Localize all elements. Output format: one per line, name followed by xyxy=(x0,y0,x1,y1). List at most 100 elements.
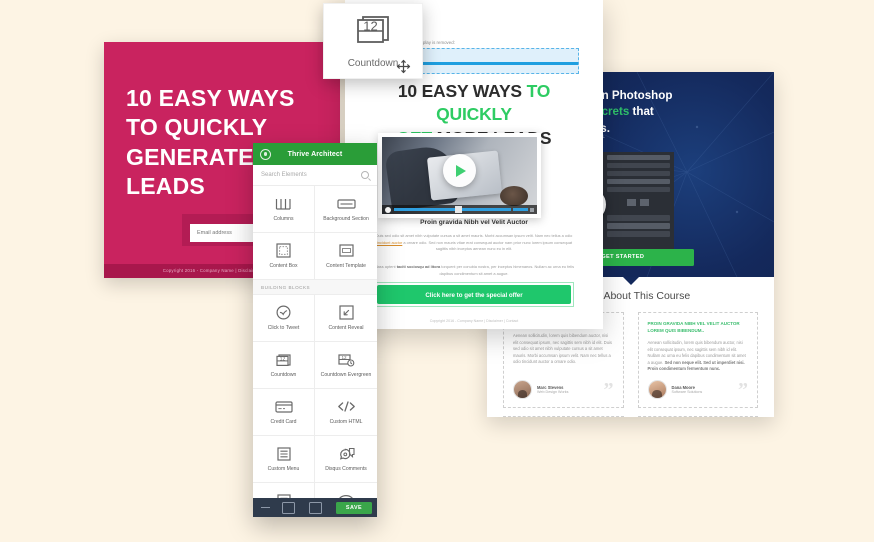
more-options-icon[interactable] xyxy=(261,506,270,509)
columns-icon xyxy=(275,195,292,212)
testimonial-author: Dana Moore Software Solutions xyxy=(672,385,703,394)
testimonials-row-2 xyxy=(503,416,758,417)
gear-icon[interactable] xyxy=(260,148,271,160)
countdown-evergreen-icon: 12 xyxy=(337,351,355,368)
video-progress-bar[interactable] xyxy=(382,205,537,214)
element-content-box[interactable]: Content Box xyxy=(253,233,315,280)
video-buffer xyxy=(513,208,528,211)
block-custom-html[interactable]: Custom HTML xyxy=(315,389,377,436)
thrive-architect-sidebar: Thrive Architect Search Elements Columns… xyxy=(253,143,377,517)
testimonial-body: Aenean sollicitudin, lorem quis bibendum… xyxy=(648,340,749,373)
video-play-icon[interactable] xyxy=(385,206,391,213)
preview-icon[interactable] xyxy=(282,501,295,514)
testimonial-role: Web Design Works xyxy=(537,390,569,394)
center-cta-button[interactable]: Click here to get the special offer xyxy=(377,285,571,304)
canvas: 10 EASY WAYS TO QUICKLY GENERATE MORE LE… xyxy=(0,0,874,542)
body-link[interactable]: tincidunt auctor xyxy=(376,240,402,245)
element-columns[interactable]: Columns xyxy=(253,186,315,233)
content-box-icon xyxy=(276,242,291,259)
save-button[interactable]: SAVE xyxy=(336,501,372,514)
svg-text:12: 12 xyxy=(363,18,377,33)
click-to-tweet-icon xyxy=(276,304,291,321)
disqus-comments-icon xyxy=(337,445,356,462)
video-caption: Proin gravida Nibh vel Velit Auctor xyxy=(420,219,528,226)
quote-icon: ” xyxy=(738,378,748,401)
sidebar-title: Thrive Architect xyxy=(287,150,343,158)
body-1-pre: Duis sed odio sit amet nibh vulputate cu… xyxy=(375,233,573,238)
block-click-to-tweet[interactable]: Click to Tweet xyxy=(253,295,315,342)
block-credit-card[interactable]: Credit Card xyxy=(253,389,315,436)
custom-menu-icon xyxy=(276,445,291,462)
credit-card-icon xyxy=(274,398,293,415)
search-row[interactable]: Search Elements xyxy=(253,165,377,186)
element-background-section[interactable]: Background Section xyxy=(315,186,377,233)
background-section-icon xyxy=(336,195,356,212)
building-blocks-label: BUILDING BLOCKS xyxy=(253,280,377,295)
body-2-post: torquent per conubia nostra, per incepto… xyxy=(439,264,575,276)
search-icon[interactable] xyxy=(361,171,369,179)
blue-headline-line2-end: that xyxy=(629,105,654,119)
element-label: Background Section xyxy=(323,216,369,223)
body-2-pre: Class aptent xyxy=(373,264,397,269)
center-body-2: Class aptent taciti sociosqu ad litora t… xyxy=(373,264,575,277)
photoshop-panel xyxy=(602,152,674,256)
search-input[interactable]: Search Elements xyxy=(261,172,361,178)
revisions-icon[interactable] xyxy=(309,501,322,514)
avatar xyxy=(647,380,667,399)
element-label: Columns xyxy=(273,216,294,223)
section-arrow-icon xyxy=(622,277,639,285)
svg-text:12: 12 xyxy=(341,355,347,360)
block-countdown-evergreen[interactable]: 12 Countdown Evergreen xyxy=(315,342,377,389)
center-footer: Copyright 2016 - Company Name | Disclaim… xyxy=(429,319,519,323)
testimonial-card xyxy=(503,416,624,417)
block-content-reveal[interactable]: Content Reveal xyxy=(315,295,377,342)
center-cta-wrapper: Click here to get the special offer xyxy=(374,282,574,307)
block-label: Countdown xyxy=(270,372,297,379)
block-label: Countdown Evergreen xyxy=(320,372,372,379)
video-knob[interactable] xyxy=(454,205,462,213)
testimonial-footer: Marc Stevens Web Design Works ” xyxy=(513,378,614,401)
element-label: Content Box xyxy=(269,263,298,270)
headline-part1: 10 EASY WAYS xyxy=(397,81,527,101)
element-content-template[interactable]: Content Template xyxy=(315,233,377,280)
block-label: Click to Tweet xyxy=(267,325,300,332)
block-label: Credit Card xyxy=(270,419,297,426)
testimonial-body: Aenean sollicitudin, lorem quis bibendum… xyxy=(513,332,612,365)
center-body-1: Duis sed odio sit amet nibh vulputate cu… xyxy=(373,233,575,253)
countdown-icon: 12 xyxy=(275,351,292,368)
testimonial-heading: PROIN GRAVIDA NIBH VEL VELIT AUCTOR LORE… xyxy=(647,321,740,333)
block-label: Custom HTML xyxy=(329,419,363,426)
video-fullscreen-icon[interactable] xyxy=(530,207,534,212)
block-disqus-comments[interactable]: Disqus Comments xyxy=(315,436,377,483)
play-icon xyxy=(456,164,466,177)
testimonial-role: Software Solutions xyxy=(671,390,703,394)
testimonial-card: PROIN GRAVIDA NIBH VEL VELIT AUCTOR LORE… xyxy=(637,312,758,408)
content-template-icon xyxy=(338,242,354,259)
testimonial-card xyxy=(637,416,758,417)
drag-ghost-label: Countdown xyxy=(347,57,399,69)
block-countdown[interactable]: 12 Countdown xyxy=(253,342,315,389)
video-track[interactable] xyxy=(394,205,511,213)
block-custom-menu[interactable]: Custom Menu xyxy=(253,436,315,483)
body-1-end: a ornare odio. Sed non mauris vitae erat… xyxy=(402,239,573,252)
avatar xyxy=(513,380,532,399)
testimonial-author: Marc Stevens Web Design Works xyxy=(537,385,568,394)
cup-photo xyxy=(499,186,528,207)
building-blocks-grid: Click to Tweet Content Reveal 12 Countdo… xyxy=(253,295,377,517)
move-cursor-icon xyxy=(396,59,411,74)
center-video-thumbnail[interactable] xyxy=(378,133,541,218)
content-reveal-icon xyxy=(338,304,354,321)
element-label: Content Template xyxy=(326,263,366,270)
svg-text:12: 12 xyxy=(279,357,285,363)
custom-html-icon xyxy=(337,398,356,415)
body-2-bold: taciti sociosqu ad litora xyxy=(396,264,441,269)
testimonial-footer: Dana Moore Software Solutions ” xyxy=(647,378,748,401)
sidebar-header: Thrive Architect xyxy=(253,143,377,165)
elements-grid: Columns Background Section Content Box C… xyxy=(253,186,377,280)
block-label: Disqus Comments xyxy=(325,466,367,473)
quote-icon: ” xyxy=(603,378,614,401)
countdown-icon: 12 xyxy=(355,14,391,51)
block-label: Content Reveal xyxy=(328,325,364,332)
block-label: Custom Menu xyxy=(267,466,300,473)
sidebar-bottom-bar: SAVE xyxy=(253,498,377,517)
